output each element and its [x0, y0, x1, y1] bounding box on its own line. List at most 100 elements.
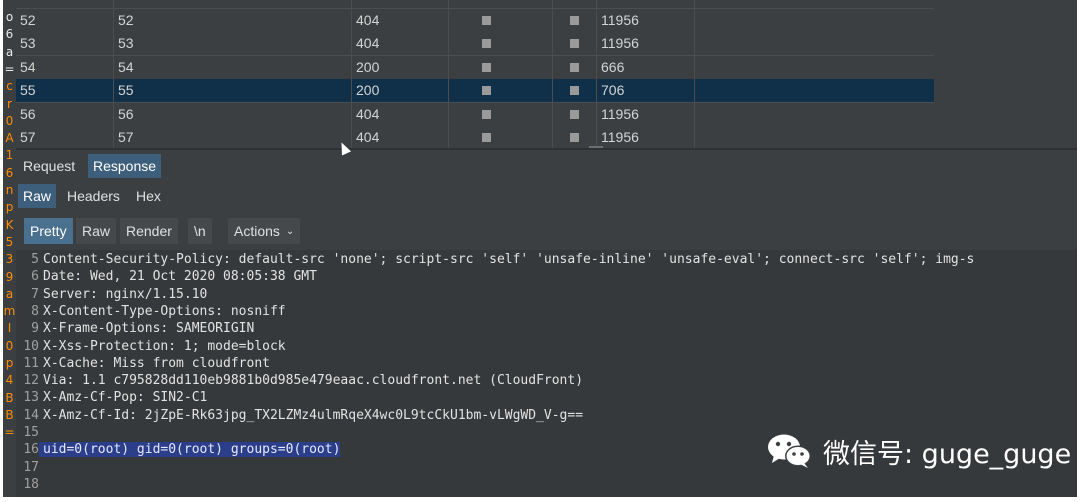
burp-window: o 6 a = c r 0 A 1 6 n p K 5 3 9 a m I 0 p 4 B B = 52 52 404 11956 53… — [3, 0, 1077, 497]
cell-length: 11956 — [596, 9, 694, 32]
gutter-letter: a — [5, 286, 14, 301]
gutter-letter: 6 — [5, 165, 14, 180]
cell-comment — [694, 32, 934, 56]
table-row[interactable]: 52 52 404 11956 — [16, 9, 934, 33]
raw-button[interactable]: Raw — [76, 218, 117, 244]
actions-label: Actions — [234, 223, 280, 239]
line-number: 14 — [23, 407, 39, 423]
editor-line: 9 X-Frame-Options: SAMEORIGIN — [16, 320, 1077, 337]
tab-hex[interactable]: Hex — [131, 184, 166, 208]
gutter-letter: 9 — [5, 269, 14, 284]
cell-error — [448, 102, 552, 126]
cell-comment — [694, 79, 934, 103]
table-empty-area — [934, 0, 1077, 150]
cell-length: 11956 — [596, 32, 694, 56]
line-text: X-Xss-Protection: 1; mode=block — [43, 338, 286, 354]
chevron-down-icon: ⌄ — [285, 226, 295, 238]
gutter-letter: 5 — [5, 234, 14, 249]
table-row[interactable]: 56 56 404 11956 — [16, 102, 934, 127]
line-number: 6 — [31, 269, 39, 285]
line-text — [39, 425, 43, 440]
gutter-letter: 6 — [5, 27, 14, 42]
line-text: X-Amz-Cf-Id: 2jZpE-Rk63jpg_TX2LZMz4ulmRq… — [43, 407, 584, 423]
gutter-letter: = — [4, 61, 15, 76]
cell-status: 404 — [351, 9, 448, 32]
tab-response[interactable]: Response — [88, 154, 162, 178]
line-number: 8 — [31, 303, 39, 319]
cell-status: 404 — [351, 32, 448, 56]
cell-timeout — [552, 9, 596, 32]
gutter-letter: p — [5, 200, 14, 215]
line-number: 9 — [31, 321, 39, 337]
checkbox-icon — [482, 133, 491, 142]
editor-line: 5 Content-Security-Policy: default-src 'n… — [16, 251, 1077, 268]
line-text: Via: 1.1 c795828dd110eb9881b0d985e479eaa… — [43, 373, 584, 389]
cell-error — [448, 32, 552, 56]
actions-dropdown[interactable]: Actions ⌄ — [228, 218, 301, 244]
cell-error — [448, 9, 552, 32]
checkbox-icon — [570, 133, 579, 142]
table-row[interactable]: 57 57 404 11956 — [16, 126, 934, 150]
checkbox-icon — [570, 39, 579, 49]
table-row[interactable]: 53 53 404 11956 — [16, 32, 934, 57]
tab-request[interactable]: Request — [18, 154, 80, 178]
line-text: X-Content-Type-Options: nosniff — [43, 303, 286, 319]
checkbox-icon — [482, 86, 491, 96]
checkbox-icon — [482, 62, 491, 72]
line-text: Date: Wed, 21 Oct 2020 08:05:38 GMT — [43, 269, 317, 285]
editor-line: 12 Via: 1.1 c795828dd110eb9881b0d985e479e… — [16, 372, 1077, 389]
cell-comment — [694, 126, 934, 149]
editor-toolbar: Pretty Raw Render \n Actions ⌄ — [16, 216, 1077, 246]
cell-payload: 53 — [113, 32, 351, 56]
checkbox-icon — [570, 86, 579, 96]
checkbox-icon — [570, 16, 579, 25]
left-gutter: o 6 a = c r 0 A 1 6 n p K 5 3 9 a m I 0 p 4 B B = — [3, 0, 16, 497]
newline-toggle-button[interactable]: \n — [188, 218, 212, 244]
cell-length: 666 — [596, 55, 694, 79]
gutter-letter: = — [4, 425, 15, 440]
pane-splitter[interactable] — [16, 148, 1077, 150]
splitter-grip[interactable] — [589, 146, 603, 148]
gutter-letter: 0 — [5, 338, 14, 353]
gutter-letter: r — [7, 96, 12, 111]
checkbox-icon — [570, 109, 579, 119]
cell-length: 11956 — [596, 126, 694, 149]
cell-index: 52 — [20, 12, 36, 28]
cell-comment — [694, 102, 934, 126]
editor-line: 18 — [16, 476, 1077, 493]
editor-line: 11 X-Cache: Miss from cloudfront — [16, 355, 1077, 372]
cell-payload: 55 — [113, 79, 351, 103]
cell-error — [448, 79, 552, 103]
cell-status: 200 — [351, 55, 448, 79]
wechat-icon — [768, 434, 811, 468]
line-text: Content-Security-Policy: default-src 'no… — [43, 252, 975, 267]
cell-timeout — [552, 32, 596, 56]
render-button[interactable]: Render — [120, 218, 178, 244]
gutter-letter: 3 — [5, 252, 14, 267]
editor-line: 7 Server: nginx/1.15.10 — [16, 286, 1077, 303]
tab-raw[interactable]: Raw — [18, 184, 57, 208]
table-row[interactable]: 55 55 200 706 — [16, 79, 934, 104]
line-number: 17 — [23, 459, 39, 475]
table-row[interactable] — [16, 0, 934, 9]
line-text: X-Frame-Options: SAMEORIGIN — [43, 321, 255, 337]
editor-line: 13 X-Amz-Cf-Pop: SIN2-C1 — [16, 389, 1077, 406]
line-number: 18 — [23, 476, 39, 492]
cell-index: 53 — [20, 35, 36, 52]
pretty-button[interactable]: Pretty — [24, 218, 73, 244]
gutter-letter: 1 — [5, 148, 14, 163]
line-number: 15 — [23, 425, 39, 440]
gutter-letter: B — [5, 390, 14, 405]
line-text: X-Cache: Miss from cloudfront — [43, 355, 270, 371]
table-row[interactable]: 54 54 200 666 — [16, 55, 934, 80]
watermark-text: 微信号: guge_guge — [823, 439, 1072, 470]
cell-index: 56 — [20, 105, 36, 122]
cell-length: 11956 — [596, 102, 694, 126]
cell-timeout — [552, 102, 596, 126]
checkbox-icon — [482, 109, 491, 119]
checkbox-icon — [482, 16, 491, 25]
tab-headers[interactable]: Headers — [62, 184, 125, 208]
cell-status: 200 — [351, 79, 448, 103]
cell-timeout — [552, 55, 596, 79]
cell-status: 404 — [351, 102, 448, 126]
